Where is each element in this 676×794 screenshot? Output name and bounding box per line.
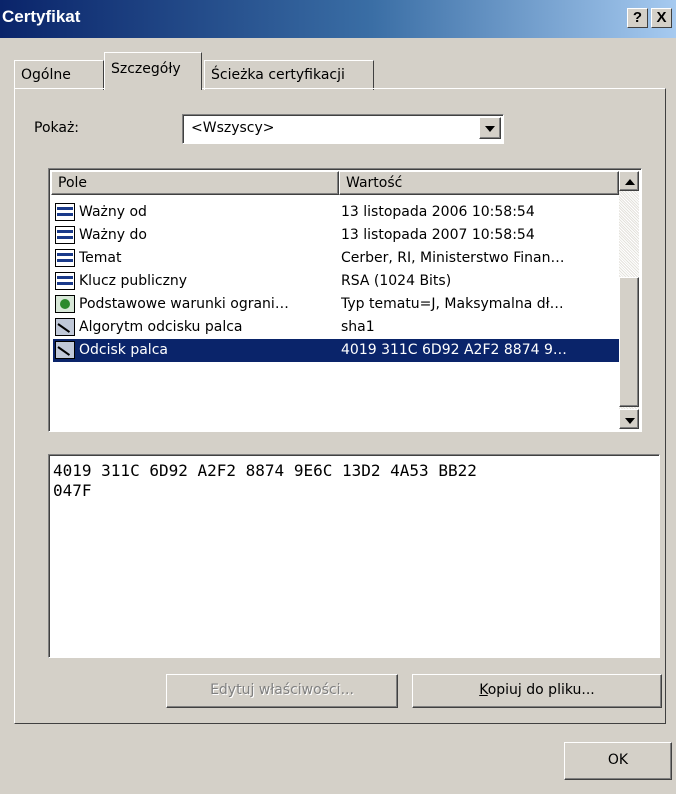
certificate-field-icon bbox=[55, 272, 75, 290]
field-name: Podstawowe warunki ograni… bbox=[79, 296, 289, 312]
list-item[interactable]: Klucz publiczny RSA (1024 Bits) bbox=[53, 270, 619, 293]
field-name: Algorytm odcisku palca bbox=[79, 319, 243, 335]
list-item-selected[interactable]: Odcisk palca 4019 311C 6D92 A2F2 8874 9… bbox=[53, 339, 619, 362]
scrollbar-thumb[interactable] bbox=[619, 277, 639, 407]
chevron-down-icon bbox=[485, 126, 495, 132]
algorithm-icon bbox=[55, 318, 75, 336]
tab-general[interactable]: Ogólne bbox=[14, 60, 104, 90]
certificate-dialog: Certyfikat ? X Ogólne Szczegóły Ścieżka … bbox=[0, 0, 676, 794]
chevron-down-icon bbox=[625, 418, 635, 424]
chevron-up-icon bbox=[625, 179, 635, 185]
copy-label: opiuj do pliku... bbox=[487, 682, 595, 698]
help-button[interactable]: ? bbox=[627, 8, 648, 28]
show-dropdown-value: <Wszyscy> bbox=[191, 120, 275, 136]
column-header-value[interactable]: Wartość bbox=[339, 171, 619, 195]
scroll-up-button[interactable] bbox=[619, 171, 639, 191]
field-name: Odcisk palca bbox=[79, 342, 168, 358]
close-button[interactable]: X bbox=[651, 8, 672, 28]
show-label: Pokaż: bbox=[34, 120, 80, 136]
extension-icon bbox=[55, 295, 75, 313]
fields-list[interactable]: Pole Wartość Ważny od 13 listopada 2006 … bbox=[48, 168, 642, 432]
title-bar[interactable]: Certyfikat ? X bbox=[0, 0, 676, 38]
list-item[interactable]: Ważny od 13 listopada 2006 10:58:54 bbox=[53, 201, 619, 224]
list-item[interactable]: Ważny do 13 listopada 2007 10:58:54 bbox=[53, 224, 619, 247]
algorithm-icon bbox=[55, 341, 75, 359]
scroll-down-button[interactable] bbox=[619, 409, 639, 429]
copy-mnemonic: K bbox=[479, 682, 488, 698]
field-value: RSA (1024 Bits) bbox=[341, 273, 452, 289]
field-value: 13 listopada 2007 10:58:54 bbox=[341, 227, 535, 243]
field-value: Typ tematu=J, Maksymalna dł… bbox=[341, 296, 564, 312]
window-title: Certyfikat bbox=[2, 7, 81, 26]
list-item[interactable]: Podstawowe warunki ograni… Typ tematu=J,… bbox=[53, 293, 619, 316]
show-dropdown[interactable]: <Wszyscy> bbox=[182, 114, 504, 144]
value-line-1: 4019 311C 6D92 A2F2 8874 9E6C 13D2 4A53 … bbox=[53, 461, 477, 480]
column-header-field[interactable]: Pole bbox=[51, 171, 339, 195]
field-name: Ważny do bbox=[79, 227, 147, 243]
list-item[interactable]: Algorytm odcisku palca sha1 bbox=[53, 316, 619, 339]
certificate-field-icon bbox=[55, 226, 75, 244]
field-value: Cerber, RI, Ministerstwo Finan… bbox=[341, 250, 565, 266]
tab-certification-path[interactable]: Ścieżka certyfikacji bbox=[204, 60, 374, 90]
field-value-textbox[interactable]: 4019 311C 6D92 A2F2 8874 9E6C 13D2 4A53 … bbox=[48, 454, 660, 658]
vertical-scrollbar[interactable] bbox=[619, 171, 639, 429]
copy-to-file-button[interactable]: Kopiuj do pliku... bbox=[412, 674, 662, 708]
edit-properties-button[interactable]: Edytuj właściwości... bbox=[166, 674, 398, 708]
field-value: sha1 bbox=[341, 319, 375, 335]
field-name: Klucz publiczny bbox=[79, 273, 188, 289]
field-value: 13 listopada 2006 10:58:54 bbox=[341, 204, 535, 220]
ok-button[interactable]: OK bbox=[564, 742, 672, 780]
list-item[interactable]: Temat Cerber, RI, Ministerstwo Finan… bbox=[53, 247, 619, 270]
certificate-field-icon bbox=[55, 203, 75, 221]
field-name: Temat bbox=[79, 250, 122, 266]
value-line-2: 047F bbox=[53, 481, 92, 500]
dropdown-button[interactable] bbox=[479, 117, 501, 139]
field-name: Ważny od bbox=[79, 204, 147, 220]
certificate-field-icon bbox=[55, 249, 75, 267]
field-value: 4019 311C 6D92 A2F2 8874 9… bbox=[341, 342, 567, 358]
tab-details[interactable]: Szczegóły bbox=[104, 52, 202, 90]
